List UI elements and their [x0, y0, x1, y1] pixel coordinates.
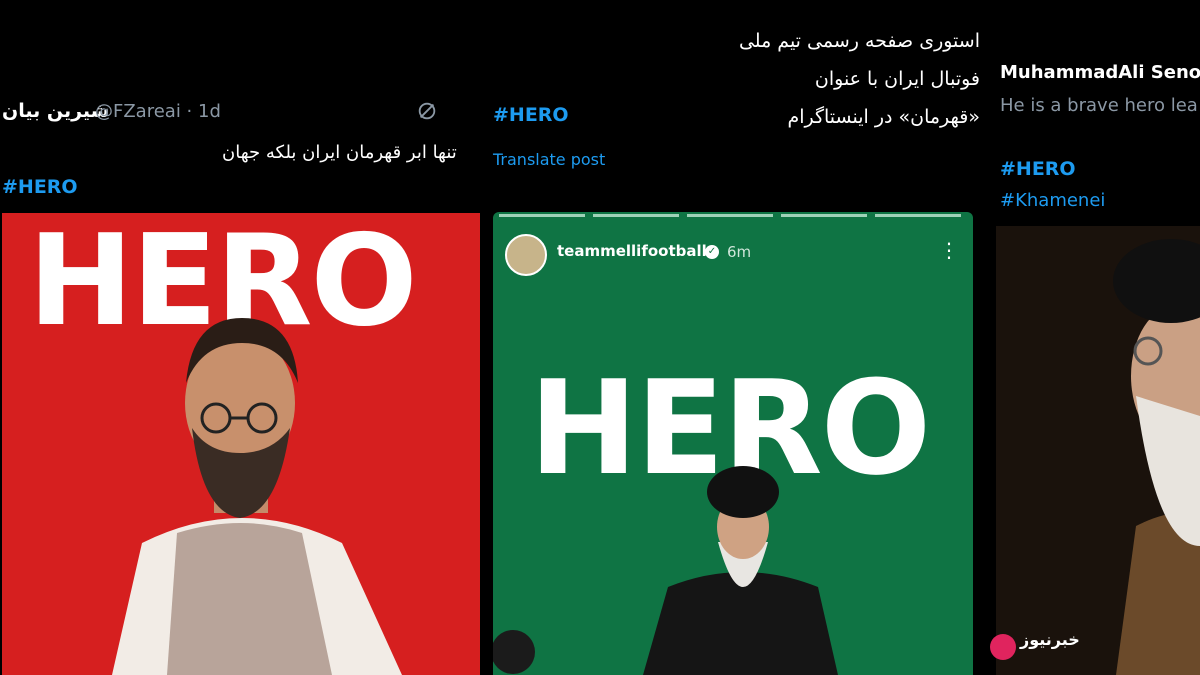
author-name[interactable]: MuhammadAli Seno	[1000, 62, 1200, 83]
hashtag-hero[interactable]: #HERO	[2, 176, 78, 198]
grok-icon[interactable]	[416, 100, 438, 122]
portrait-figure	[112, 318, 402, 675]
post-image[interactable]	[996, 226, 1200, 675]
portrait-figure	[1113, 239, 1200, 675]
post-image[interactable]: HERO	[2, 213, 480, 675]
channel-watermark: خبرنیوز	[1020, 630, 1080, 649]
translate-post-link[interactable]: Translate post	[493, 150, 605, 169]
channel-logo-icon	[990, 634, 1016, 660]
post-text-line1: استوری صفحه رسمی تیم ملی فوتبال ایران با…	[738, 30, 980, 90]
post-text-line2: «قهرمان» در اینستاگرام	[787, 106, 980, 128]
author-name[interactable]: شیرین بیان	[2, 100, 109, 122]
post-text: He is a brave hero lea	[1000, 95, 1198, 116]
story-image[interactable]: teammellifootball ✓ 6m ⋮ HERO	[493, 212, 973, 675]
post-text: تنها ابر قهرمان ایران بلکه جهان	[222, 142, 457, 163]
hashtag-hero[interactable]: #HERO	[1000, 158, 1076, 180]
hashtag-hero[interactable]: #HERO	[493, 104, 569, 126]
author-handle-time[interactable]: @FZareai · 1d	[95, 101, 221, 122]
post-text: استوری صفحه رسمی تیم ملی فوتبال ایران با…	[700, 22, 980, 136]
hashtag-khamenei[interactable]: #Khamenei	[1000, 190, 1105, 211]
portrait-figure	[493, 466, 838, 675]
